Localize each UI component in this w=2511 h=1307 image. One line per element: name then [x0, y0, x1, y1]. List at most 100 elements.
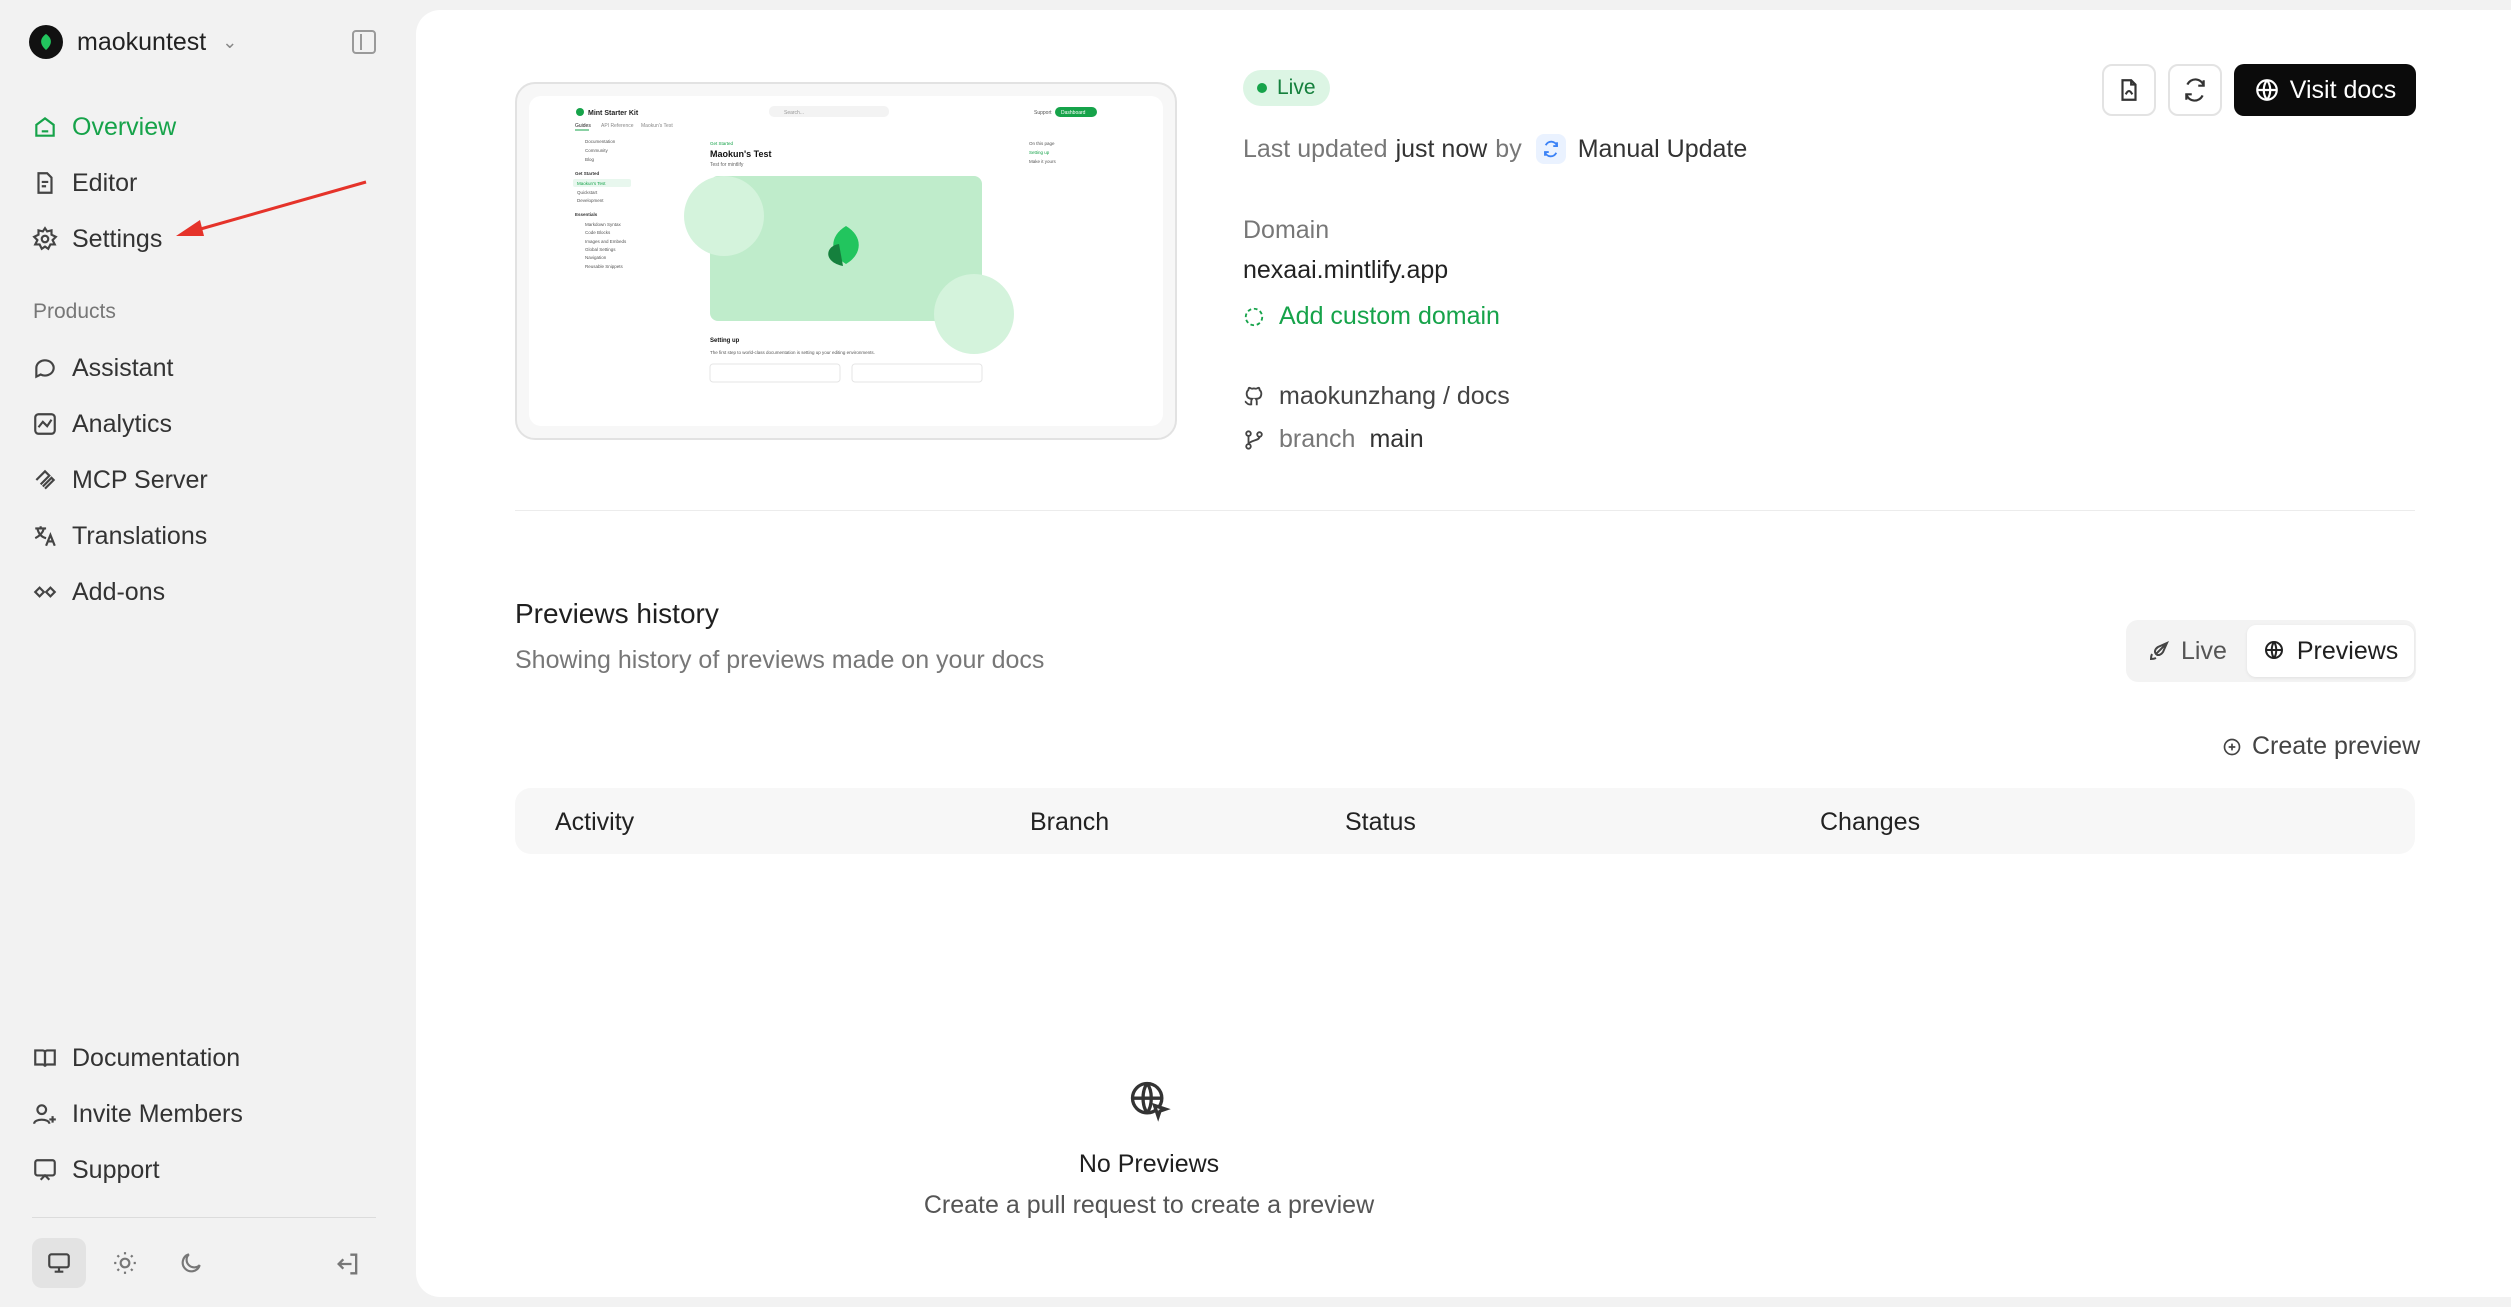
theme-dark-button[interactable] — [164, 1238, 218, 1288]
nav-mcp-server[interactable]: MCP Server — [32, 462, 208, 498]
theme-light-button[interactable] — [98, 1238, 152, 1288]
nav-support[interactable]: Support — [32, 1152, 160, 1188]
nav-assistant[interactable]: Assistant — [32, 350, 173, 386]
nav-analytics[interactable]: Analytics — [32, 406, 172, 442]
thumb-g2-1: Code Blocks — [585, 230, 611, 235]
site-preview-card[interactable]: Mint Starter Kit Search... Support Dashb… — [515, 82, 1177, 440]
previews-history-subtitle: Showing history of previews made on your… — [515, 646, 1045, 674]
visit-docs-label: Visit docs — [2289, 75, 2397, 104]
thumb-page-sub: Test for mintlify — [710, 162, 744, 168]
thumb-side-1: Community — [585, 148, 609, 153]
editor-icon — [37, 172, 53, 194]
thumb-dashboard: Dashboard — [1061, 110, 1086, 116]
nav-editor[interactable]: Editor — [32, 165, 137, 201]
thumb-brand: Mint Starter Kit — [588, 110, 639, 117]
org-logo — [29, 25, 63, 59]
thumb-toc-title: On this page — [1029, 141, 1055, 146]
gear-icon — [32, 226, 58, 251]
chat-bubble-icon — [35, 359, 55, 379]
column-status: Status — [1345, 808, 1416, 836]
nav-settings[interactable]: Settings — [32, 221, 162, 257]
add-custom-domain-link[interactable]: Add custom domain — [1243, 302, 1500, 331]
nav-translations-label: Translations — [72, 521, 208, 550]
visit-docs-button[interactable]: Visit docs — [2234, 64, 2416, 116]
toggle-previews-label: Previews — [2296, 636, 2399, 665]
thumb-g2-5: Reusable Snippets — [585, 264, 624, 269]
chevron-down-icon: ⌄ — [222, 31, 238, 52]
domain-label: Domain — [1243, 216, 1330, 244]
toggle-previews[interactable]: Previews — [2246, 625, 2415, 677]
nav-overview-label: Overview — [72, 112, 177, 141]
domain-value[interactable]: nexaai.mintlify.app — [1243, 256, 1448, 285]
repo-link[interactable]: maokunzhang / docs — [1243, 382, 1510, 411]
thumb-g1-1: Quickstart — [577, 190, 598, 195]
create-preview-label: Create preview — [2252, 732, 2421, 760]
globe-cursor-icon — [2264, 641, 2283, 659]
sync-icon — [1535, 134, 1566, 164]
column-branch: Branch — [1030, 808, 1110, 836]
main-panel: Mint Starter Kit Search... Support Dashb… — [416, 10, 2511, 1297]
annotation-arrow — [176, 180, 367, 236]
thumb-tab-0: Guides — [575, 123, 591, 129]
column-activity: Activity — [555, 808, 635, 836]
support-icon — [34, 1159, 56, 1181]
logout-icon[interactable] — [334, 1250, 362, 1278]
thumb-section: Setting up — [710, 338, 740, 344]
last-updated-by: by — [1495, 134, 1522, 163]
thumb-g2-2: Images and Embeds — [585, 239, 627, 244]
thumb-g1-2: Development — [577, 198, 604, 203]
file-pdf-icon — [2121, 79, 2137, 101]
thumb-support: Support — [1034, 110, 1052, 116]
last-updated-value: just now — [1395, 134, 1488, 163]
analytics-icon — [34, 413, 56, 435]
live-status-badge: Live — [1243, 70, 1330, 106]
nav-assistant-label: Assistant — [72, 353, 174, 382]
add-custom-domain-label: Add custom domain — [1279, 302, 1500, 330]
nav-settings-label: Settings — [72, 224, 163, 253]
site-preview-thumbnail: Mint Starter Kit Search... Support Dashb… — [529, 96, 1163, 426]
thumb-toc-1: Make it yours — [1029, 159, 1057, 164]
git-branch-icon — [1245, 429, 1263, 450]
thumb-section-text: The first step to world-class documentat… — [710, 350, 875, 355]
mcp-icon — [35, 469, 56, 490]
nav-overview[interactable]: Overview — [32, 109, 176, 145]
moon-icon — [181, 1253, 201, 1273]
sidebar-divider — [32, 1217, 376, 1218]
thumb-tab-2: Maokun's Test — [641, 123, 673, 129]
toggle-live-label: Live — [2181, 636, 2227, 665]
nav-editor-label: Editor — [72, 168, 138, 197]
toggle-live[interactable]: Live — [2131, 625, 2243, 677]
branch-label: branch — [1279, 425, 1356, 453]
export-pdf-button[interactable] — [2102, 64, 2156, 116]
empty-title: No Previews — [1078, 1150, 1220, 1178]
theme-switcher — [32, 1238, 218, 1288]
thumb-g1-0: Maokun's Test — [577, 181, 606, 186]
nav-support-label: Support — [72, 1155, 160, 1184]
nav-invite-members[interactable]: Invite Members — [32, 1096, 243, 1132]
dashed-circle-icon — [1244, 307, 1264, 326]
thumb-g2-3: Global Settings — [585, 247, 616, 252]
nav-analytics-label: Analytics — [72, 409, 173, 438]
globe-cursor-icon — [1130, 1081, 1171, 1122]
nav-documentation[interactable]: Documentation — [32, 1040, 240, 1076]
nav-translations[interactable]: Translations — [32, 518, 207, 554]
book-icon — [34, 1049, 56, 1067]
thumb-search: Search... — [784, 110, 804, 116]
previews-history-title: Previews history — [515, 598, 719, 629]
create-preview-button[interactable]: Create preview — [2222, 732, 2420, 761]
nav-addons[interactable]: Add-ons — [32, 574, 165, 610]
refresh-button[interactable] — [2168, 64, 2222, 116]
org-switcher[interactable]: maokuntest ⌄ — [29, 24, 237, 60]
collapse-sidebar-icon[interactable] — [352, 30, 376, 54]
home-icon — [35, 116, 55, 137]
thumb-g2-0: Markdown Syntax — [585, 222, 622, 227]
live-dot-icon — [1257, 83, 1267, 93]
rocket-icon — [2149, 641, 2169, 661]
nav-documentation-label: Documentation — [72, 1043, 241, 1072]
theme-system-button[interactable] — [32, 1238, 86, 1288]
globe-icon — [2255, 79, 2278, 101]
monitor-icon — [48, 1253, 70, 1273]
translate-icon — [34, 526, 56, 547]
plus-circle-icon — [2223, 738, 2241, 755]
thumb-group2: Essentials — [575, 212, 598, 217]
